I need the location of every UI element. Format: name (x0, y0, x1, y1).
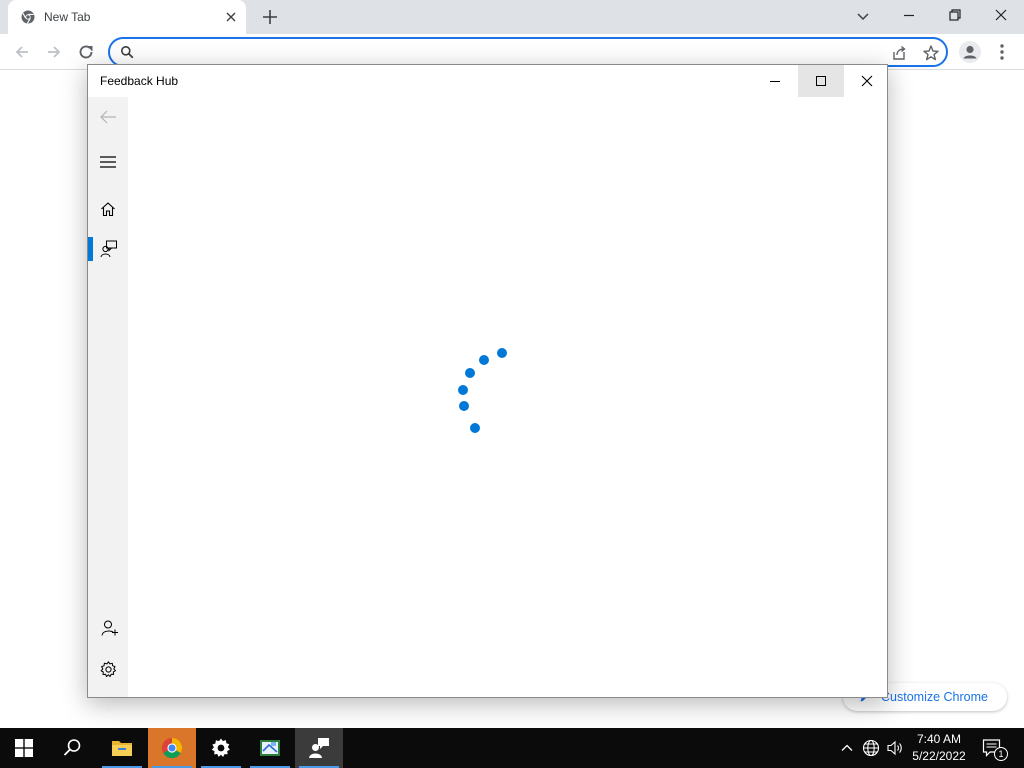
restore-window-icon[interactable] (946, 6, 964, 24)
volume-icon[interactable] (886, 739, 904, 757)
minimize-icon (770, 81, 780, 82)
address-bar[interactable] (108, 37, 948, 67)
close-tab-icon[interactable] (224, 10, 238, 24)
menu-icon[interactable] (996, 42, 1008, 62)
action-center-button[interactable]: 1 (982, 738, 1008, 761)
spinner-dot (470, 423, 480, 433)
feedback-icon[interactable] (100, 240, 118, 258)
file-explorer-taskbar-button[interactable] (98, 728, 146, 768)
close-icon (861, 75, 873, 87)
clock-time[interactable]: 7:40 AM (904, 732, 974, 746)
customize-chrome-label: Customize Chrome (881, 690, 988, 704)
settings-icon[interactable] (100, 661, 117, 678)
tab-title: New Tab (44, 10, 91, 24)
maximize-button[interactable] (798, 65, 844, 97)
profile-icon[interactable] (959, 41, 981, 63)
window-title: Feedback Hub (100, 74, 179, 88)
chrome-icon (21, 10, 35, 24)
hamburger-icon[interactable] (100, 155, 116, 169)
feedback-hub-titlebar[interactable]: Feedback Hub (88, 65, 887, 97)
taskbar: 7:40 AM 5/22/2022 1 (0, 728, 1024, 768)
snipping-tool-taskbar-button[interactable] (246, 728, 294, 768)
back-icon[interactable] (12, 42, 32, 62)
spinner-dot (459, 401, 469, 411)
feedback-hub-taskbar-button[interactable] (295, 728, 343, 768)
tab-new-tab[interactable]: New Tab (8, 0, 246, 34)
tab-strip: New Tab (0, 0, 1024, 34)
chrome-taskbar-button[interactable] (148, 728, 196, 768)
spinner-dot (497, 348, 507, 358)
maximize-icon (816, 76, 826, 86)
forward-icon[interactable] (44, 42, 64, 62)
spinner-dot (458, 385, 468, 395)
back-icon[interactable] (98, 109, 118, 125)
minimize-window-icon[interactable] (900, 6, 918, 24)
settings-taskbar-button[interactable] (197, 728, 245, 768)
network-globe-icon[interactable] (862, 739, 880, 757)
share-icon[interactable] (890, 44, 908, 62)
spinner-dot (479, 355, 489, 365)
close-button[interactable] (844, 65, 887, 97)
home-icon[interactable] (100, 201, 116, 217)
folder-icon (111, 737, 133, 759)
close-window-icon[interactable] (992, 6, 1010, 24)
minimize-button[interactable] (752, 65, 798, 97)
search-icon (120, 45, 134, 59)
omnibox-input[interactable] (142, 43, 882, 61)
tab-search-chevron-icon[interactable] (854, 7, 872, 25)
bookmark-star-icon[interactable] (922, 44, 940, 62)
loading-spinner (448, 343, 518, 443)
chrome-icon (161, 737, 183, 759)
feedback-hub-icon (308, 737, 330, 759)
reload-icon[interactable] (76, 42, 96, 62)
add-user-icon[interactable] (101, 619, 119, 637)
new-tab-button[interactable] (261, 8, 279, 26)
feedback-hub-nav-pane (88, 97, 128, 697)
spinner-dot (465, 368, 475, 378)
windows-start-icon[interactable] (15, 739, 33, 757)
snipping-tool-icon (259, 737, 281, 759)
selected-indicator (88, 237, 93, 261)
chevron-up-icon[interactable] (840, 741, 854, 755)
clock-date[interactable]: 5/22/2022 (904, 749, 974, 763)
feedback-hub-window: Feedback Hub (87, 64, 888, 698)
search-icon[interactable] (63, 738, 82, 757)
settings-gear-icon (210, 737, 232, 759)
notification-count-badge: 1 (994, 747, 1008, 761)
